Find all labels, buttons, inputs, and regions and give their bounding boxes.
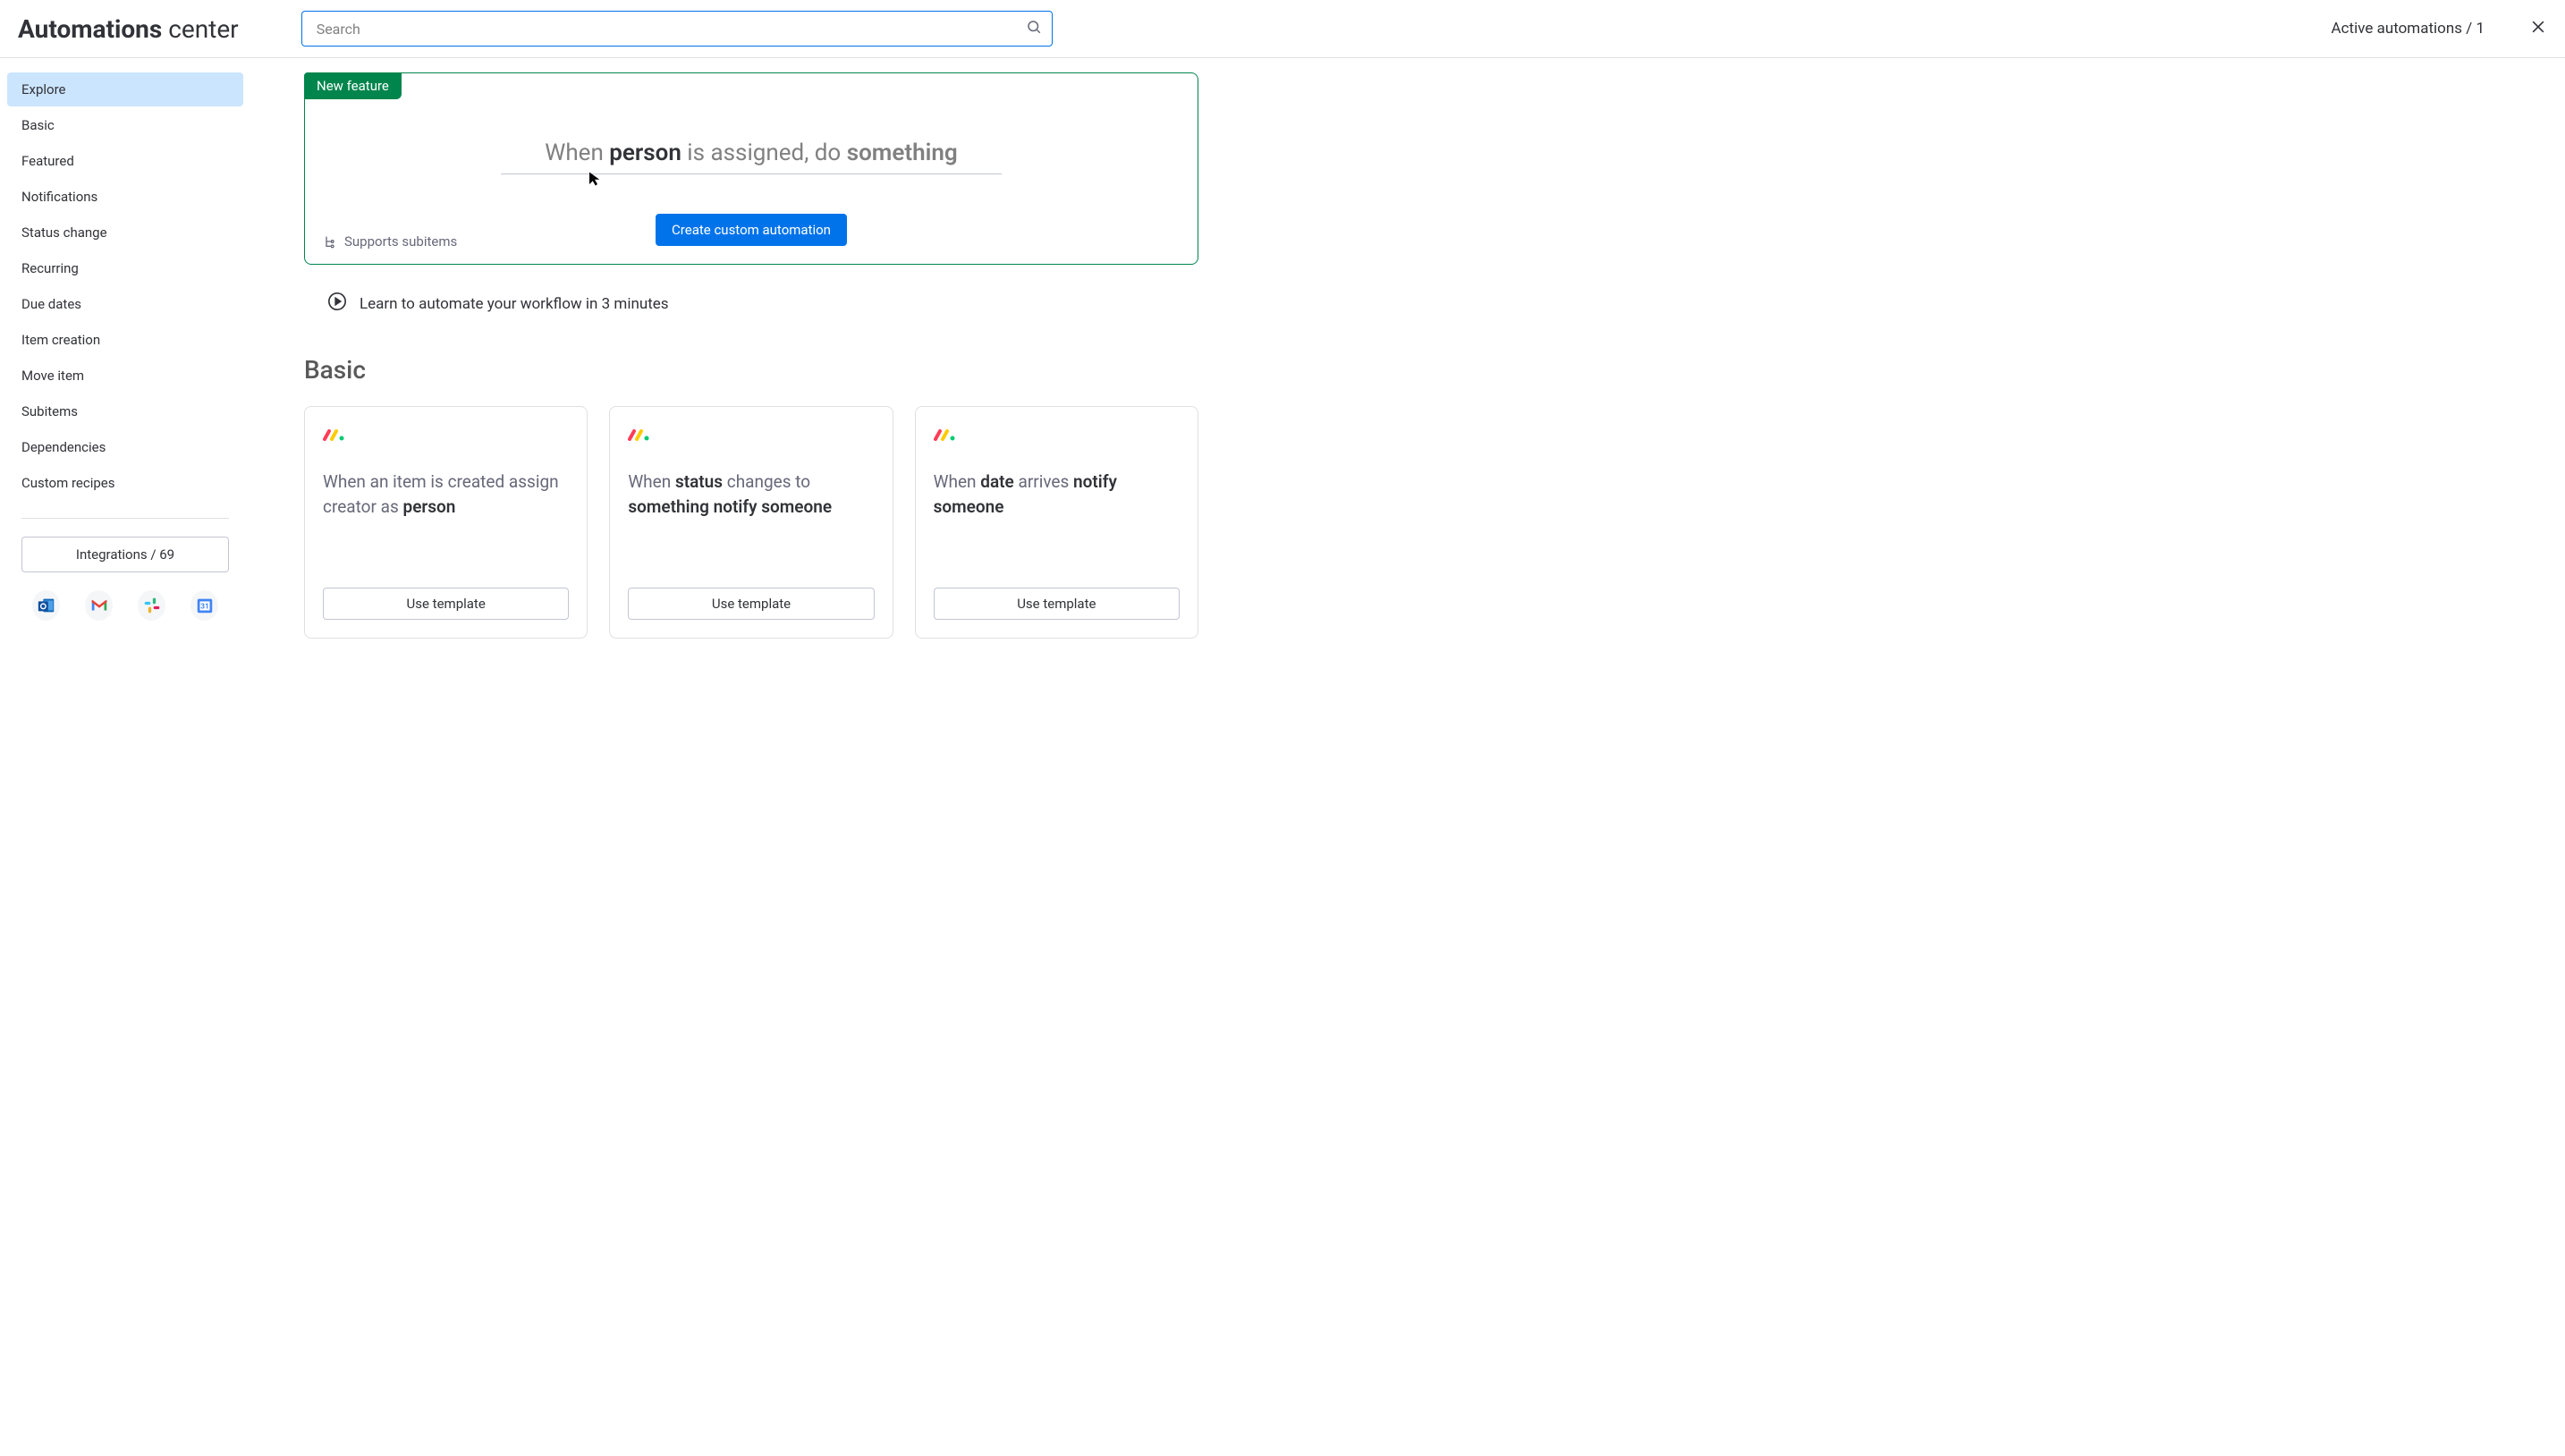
subitems-icon bbox=[323, 234, 337, 249]
svg-text:31: 31 bbox=[200, 603, 208, 612]
sidebar-item-subitems[interactable]: Subitems bbox=[7, 394, 243, 428]
header-right: Active automations / 1 bbox=[2332, 18, 2547, 39]
gmail-icon[interactable] bbox=[85, 590, 113, 621]
learn-video-link[interactable]: Learn to automate your workflow in 3 min… bbox=[304, 292, 1198, 316]
close-icon[interactable] bbox=[2529, 18, 2547, 39]
monday-icon bbox=[323, 428, 569, 443]
basic-cards: When an item is created assign creator a… bbox=[304, 406, 1198, 639]
template-card: When status changes to something notify … bbox=[609, 406, 893, 639]
search-input[interactable] bbox=[301, 11, 1053, 47]
template-text: When status changes to something notify … bbox=[628, 470, 874, 570]
sidebar-divider bbox=[21, 518, 229, 519]
sidebar-item-custom-recipes[interactable]: Custom recipes bbox=[7, 466, 243, 500]
integrations-button[interactable]: Integrations / 69 bbox=[21, 537, 229, 572]
header: Automations center Active automations / … bbox=[0, 0, 2565, 58]
sidebar-item-due-dates[interactable]: Due dates bbox=[7, 287, 243, 321]
use-template-button[interactable]: Use template bbox=[323, 588, 569, 620]
slack-icon[interactable] bbox=[138, 590, 165, 621]
play-circle-icon bbox=[327, 292, 347, 316]
use-template-button[interactable]: Use template bbox=[628, 588, 874, 620]
outlook-icon[interactable] bbox=[32, 590, 60, 621]
featured-card: New feature When person is assigned, do … bbox=[304, 72, 1198, 265]
sidebar-item-recurring[interactable]: Recurring bbox=[7, 251, 243, 285]
integration-icons: 31 bbox=[7, 590, 243, 621]
template-card: When date arrives notify someone Use tem… bbox=[915, 406, 1198, 639]
use-template-button[interactable]: Use template bbox=[934, 588, 1180, 620]
sidebar-item-explore[interactable]: Explore bbox=[7, 72, 243, 106]
template-text: When date arrives notify someone bbox=[934, 470, 1180, 570]
create-custom-automation-button[interactable]: Create custom automation bbox=[656, 214, 847, 246]
monday-icon bbox=[628, 428, 874, 443]
search-wrapper bbox=[301, 11, 1053, 47]
sidebar-item-basic[interactable]: Basic bbox=[7, 108, 243, 142]
main-content: New feature When person is assigned, do … bbox=[250, 58, 1252, 674]
cursor-icon bbox=[587, 166, 603, 193]
page-title: Automations center bbox=[18, 14, 239, 44]
sidebar-item-item-creation[interactable]: Item creation bbox=[7, 323, 243, 357]
automation-formula: When person is assigned, do something bbox=[305, 140, 1198, 174]
monday-icon bbox=[934, 428, 1180, 443]
supports-subitems-label: Supports subitems bbox=[323, 233, 457, 250]
search-icon bbox=[1026, 19, 1042, 38]
sidebar: Explore Basic Featured Notifications Sta… bbox=[0, 58, 250, 674]
sidebar-item-featured[interactable]: Featured bbox=[7, 144, 243, 178]
sidebar-item-status-change[interactable]: Status change bbox=[7, 216, 243, 250]
sidebar-item-move-item[interactable]: Move item bbox=[7, 359, 243, 393]
sidebar-item-notifications[interactable]: Notifications bbox=[7, 180, 243, 214]
template-card: When an item is created assign creator a… bbox=[304, 406, 588, 639]
google-calendar-icon[interactable]: 31 bbox=[190, 590, 218, 621]
basic-section-title: Basic bbox=[304, 355, 1198, 385]
sidebar-item-dependencies[interactable]: Dependencies bbox=[7, 430, 243, 464]
active-automations-link[interactable]: Active automations / 1 bbox=[2332, 20, 2485, 38]
template-text: When an item is created assign creator a… bbox=[323, 470, 569, 570]
new-feature-badge: New feature bbox=[304, 72, 402, 99]
